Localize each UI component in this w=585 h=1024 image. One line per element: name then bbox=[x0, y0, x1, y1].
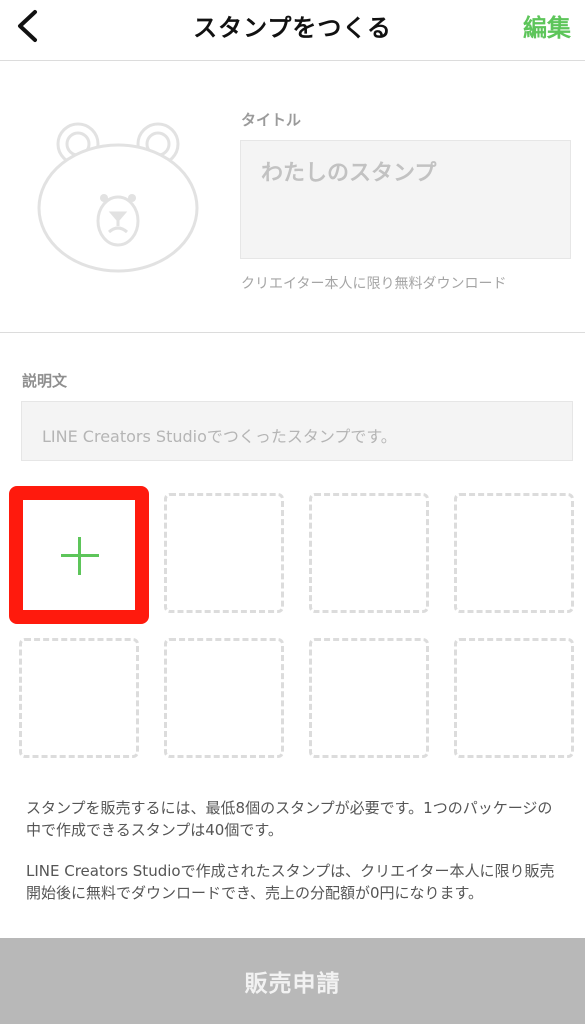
sticker-slot[interactable] bbox=[454, 638, 574, 758]
main-image-button[interactable] bbox=[36, 118, 200, 276]
add-sticker-button[interactable] bbox=[9, 486, 149, 624]
sticker-slot[interactable] bbox=[454, 493, 574, 613]
description-placeholder: LINE Creators Studioでつくったスタンプです。 bbox=[42, 427, 397, 446]
sticker-slot[interactable] bbox=[309, 493, 429, 613]
header-bar: スタンプをつくる 編集 bbox=[0, 0, 585, 61]
sales-application-button[interactable]: 販売申請 bbox=[0, 938, 585, 1024]
title-note: クリエイター本人に限り無料ダウンロード bbox=[241, 276, 507, 292]
page-title: スタンプをつくる bbox=[193, 14, 392, 42]
bear-placeholder-icon bbox=[37, 122, 199, 273]
title-input[interactable]: わたしのスタンプ bbox=[240, 140, 571, 259]
create-sticker-screen: スタンプをつくる 編集 タイトル わたしのスタンプ クリエイター本人に限り無料ダ… bbox=[0, 0, 585, 1024]
sales-application-label: 販売申請 bbox=[244, 971, 341, 997]
sticker-slot[interactable] bbox=[164, 638, 284, 758]
edit-button[interactable]: 編集 bbox=[523, 8, 571, 43]
info-text-creator-download: LINE Creators Studioで作成されたスタンプは、クリエイター本人… bbox=[26, 862, 555, 902]
sticker-slot[interactable] bbox=[309, 638, 429, 758]
description-label: 説明文 bbox=[22, 372, 68, 390]
sticker-slot[interactable] bbox=[164, 493, 284, 613]
title-placeholder: わたしのスタンプ bbox=[261, 161, 437, 186]
description-input[interactable]: LINE Creators Studioでつくったスタンプです。 bbox=[21, 401, 573, 461]
info-text-minimum: スタンプを販売するには、最低8個のスタンプが必要です。1つのパッケージの中で作成… bbox=[26, 799, 553, 839]
title-label: タイトル bbox=[241, 111, 302, 129]
sticker-slot[interactable] bbox=[19, 638, 139, 758]
sticker-set-info-section: タイトル わたしのスタンプ クリエイター本人に限り無料ダウンロード bbox=[0, 61, 585, 333]
